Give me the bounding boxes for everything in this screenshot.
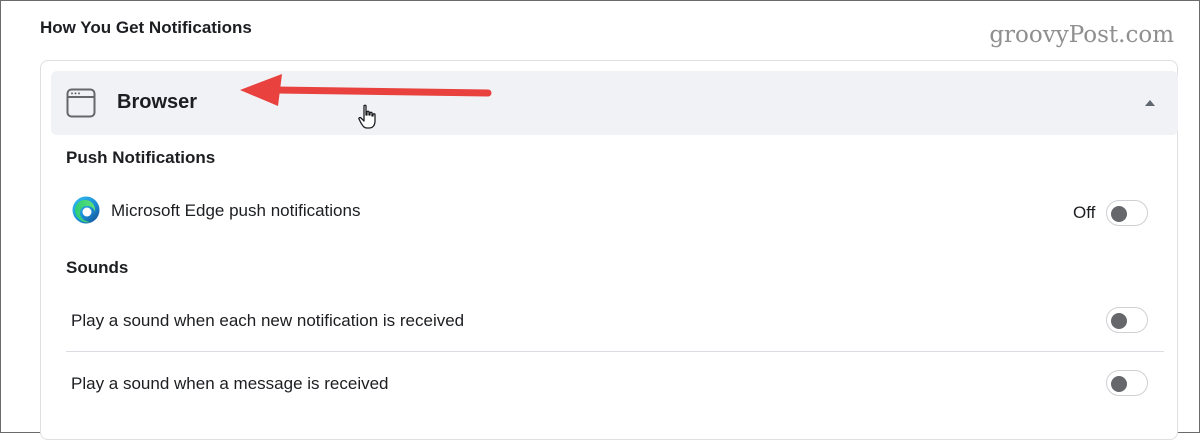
sounds-title: Sounds	[66, 258, 129, 277]
toggle-knob	[1111, 206, 1127, 222]
section-title: How You Get Notifications	[40, 18, 252, 37]
toggle-knob	[1111, 313, 1127, 329]
edge-push-label: Microsoft Edge push notifications	[111, 201, 361, 220]
sound-message-label: Play a sound when a message is received	[71, 374, 389, 393]
edge-push-state-label: Off	[1073, 203, 1096, 222]
edge-push-toggle[interactable]	[1106, 200, 1148, 226]
sound-new-notification-label: Play a sound when each new notification …	[71, 311, 465, 330]
sound-message-toggle[interactable]	[1106, 370, 1148, 396]
sound-new-notification-toggle[interactable]	[1106, 307, 1148, 333]
browser-label: Browser	[117, 91, 198, 113]
push-notifications-title: Push Notifications	[66, 148, 216, 167]
toggle-knob	[1111, 376, 1127, 392]
hand-cursor-icon	[358, 104, 376, 129]
microsoft-edge-icon	[72, 196, 100, 224]
watermark: groovyPost.com	[989, 22, 1174, 48]
browser-window-icon	[66, 88, 96, 118]
row-divider	[66, 351, 1164, 352]
browser-section-header[interactable]: Browser	[51, 71, 1178, 135]
triangle-up-icon[interactable]	[1144, 99, 1156, 107]
